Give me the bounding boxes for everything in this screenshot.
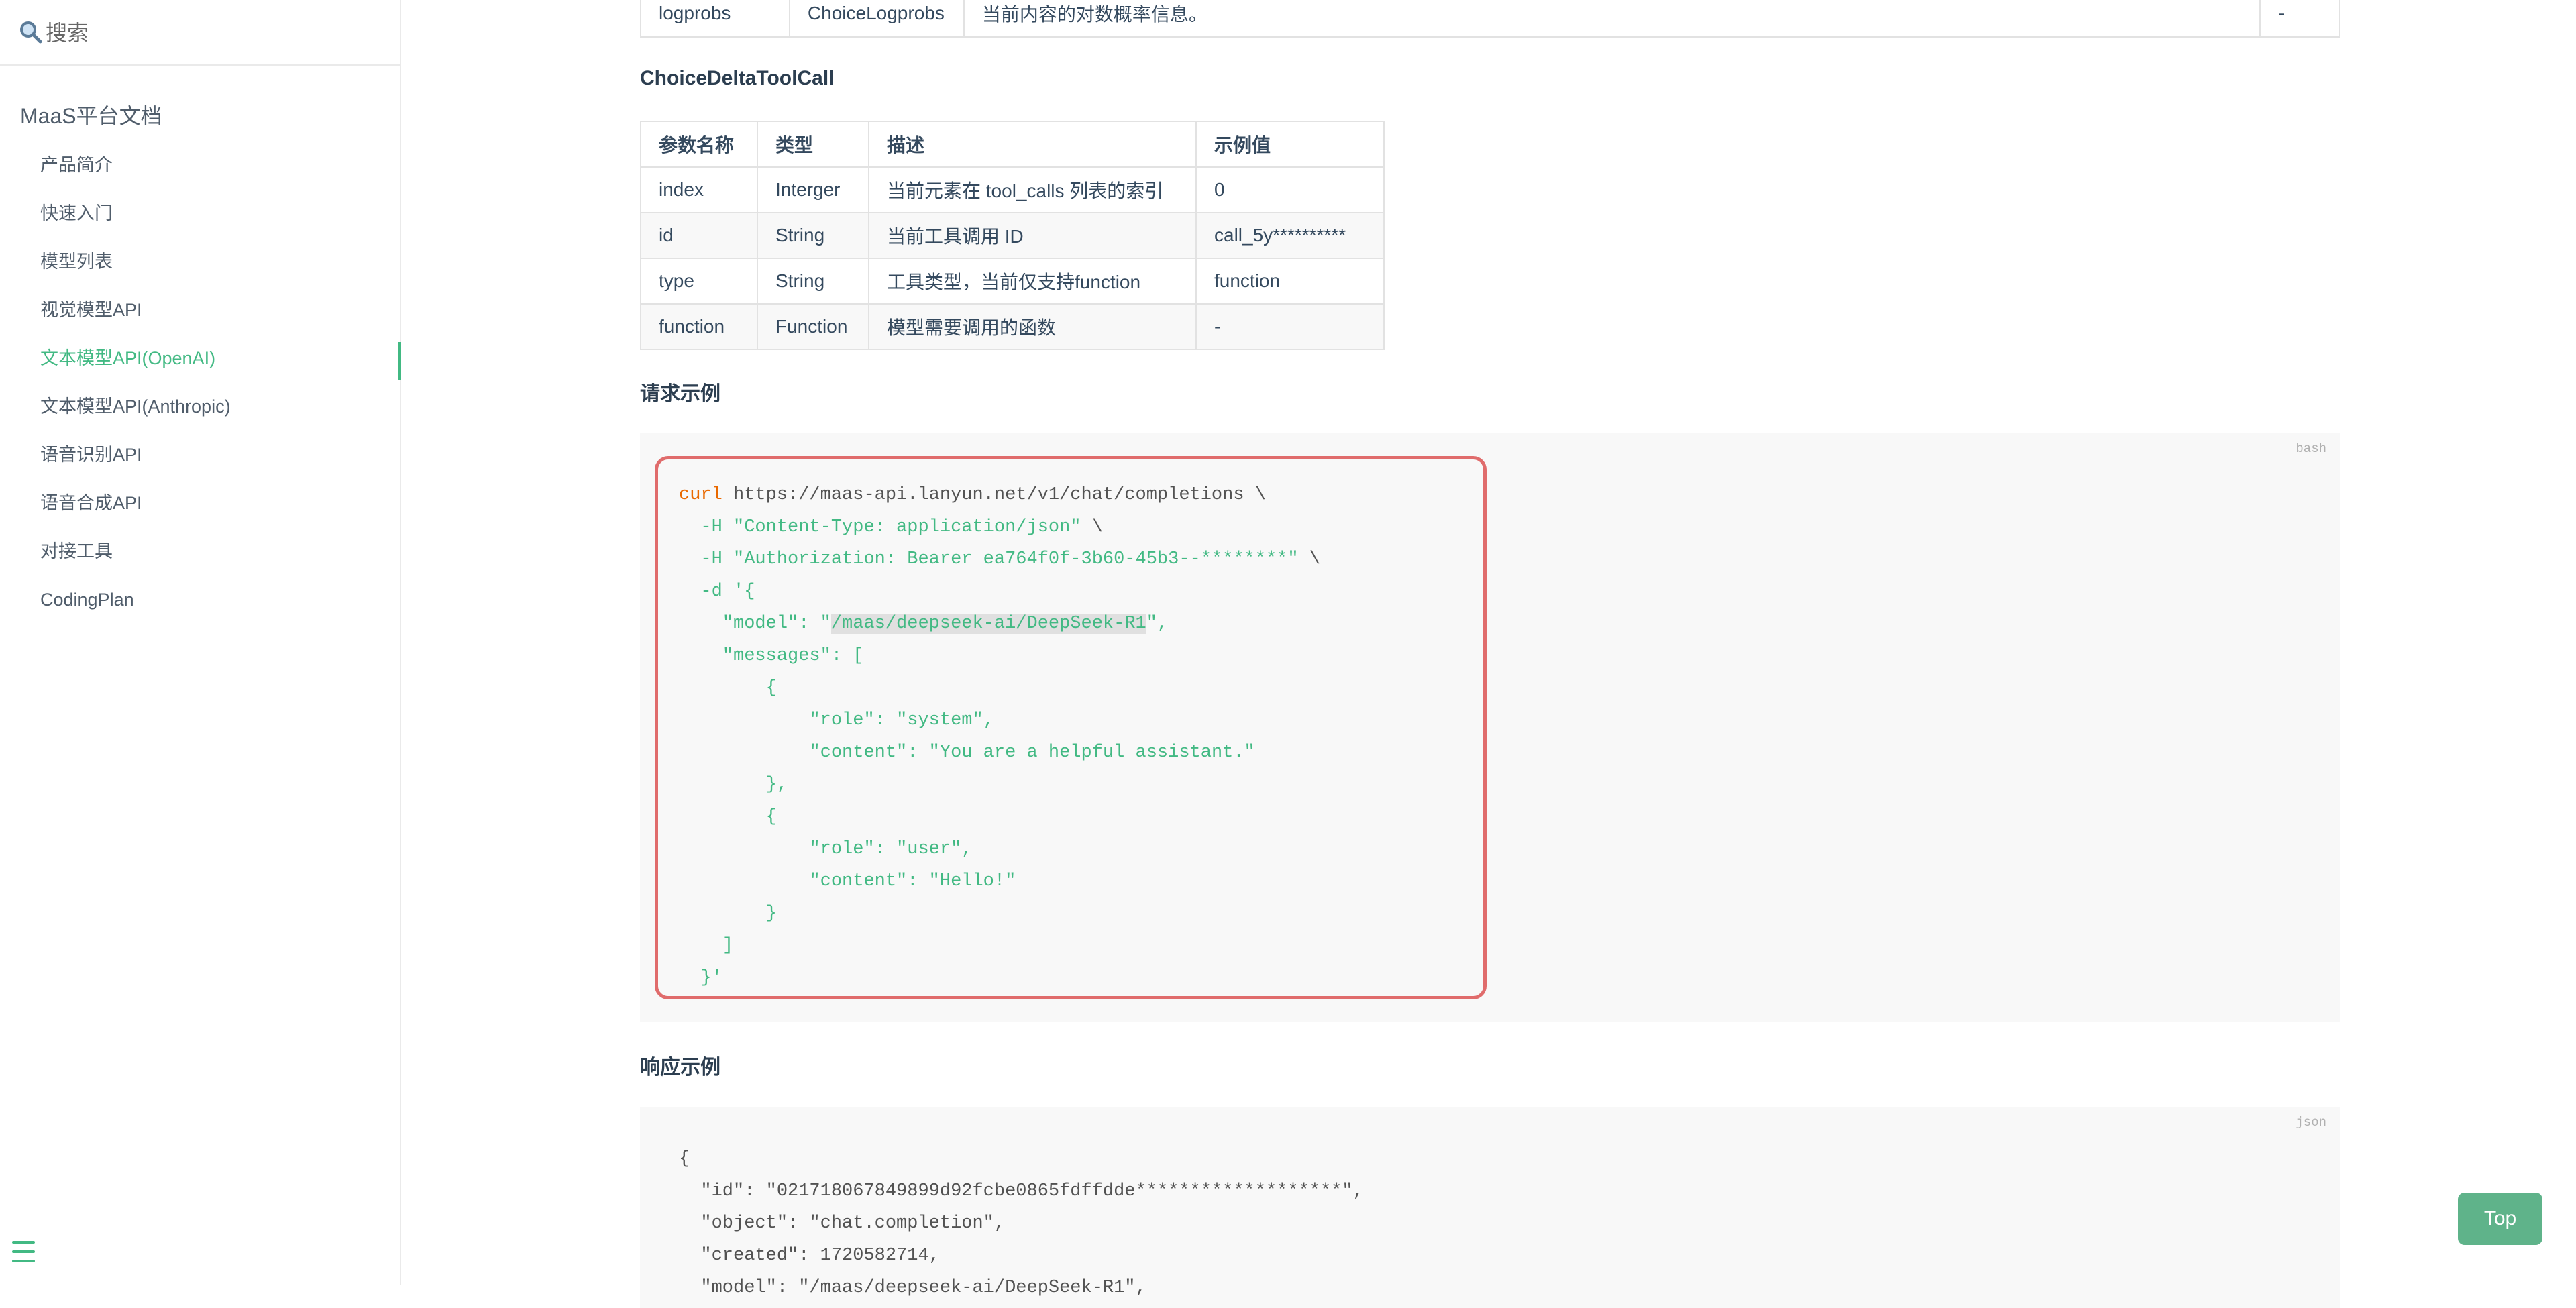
- table-cell: logprobs: [640, 0, 790, 38]
- table-row: id String 当前工具调用 ID call_5y**********: [640, 212, 1385, 259]
- back-to-top-button[interactable]: Top: [2458, 1193, 2542, 1245]
- column-header: 类型: [757, 121, 869, 168]
- table-cell: 0: [1195, 166, 1385, 213]
- sidebar-title: MaaS平台文档: [20, 104, 162, 128]
- table-cell: Interger: [757, 166, 869, 213]
- table-cell: function: [640, 303, 758, 350]
- menu-icon[interactable]: [12, 1241, 36, 1264]
- tool-call-table: 参数名称 类型 描述 示例值 index Interger 当前元素在 tool…: [640, 121, 1385, 350]
- sidebar: MaaS平台文档 产品简介 快速入门 模型列表 视觉模型API 文本模型API(…: [0, 0, 401, 1285]
- request-code[interactable]: curl https://maas-api.lanyun.net/v1/chat…: [679, 479, 1320, 994]
- table-row: function Function 模型需要调用的函数 -: [640, 303, 1385, 350]
- search-icon: [20, 21, 42, 44]
- column-header: 示例值: [1195, 121, 1385, 168]
- sidebar-item-tts-api[interactable]: 语音合成API: [0, 479, 400, 527]
- response-example-heading: 响应示例: [640, 1056, 720, 1079]
- table-cell: -: [2259, 0, 2340, 38]
- params-table-partial: logprobs ChoiceLogprobs 当前内容的对数概率信息。 -: [640, 0, 2340, 38]
- table-header-row: 参数名称 类型 描述 示例值: [640, 121, 1385, 168]
- table-cell: String: [757, 212, 869, 259]
- search-input[interactable]: [44, 16, 382, 50]
- selected-text: /maas/deepseek-ai/DeepSeek-R1: [830, 614, 1146, 634]
- table-cell: 工具类型，当前仅支持function: [868, 258, 1197, 305]
- tool-call-heading: ChoiceDeltaToolCall: [640, 67, 835, 89]
- table-cell: -: [1195, 303, 1385, 350]
- column-header: 描述: [868, 121, 1197, 168]
- table-cell: index: [640, 166, 758, 213]
- main-content: logprobs ChoiceLogprobs 当前内容的对数概率信息。 - C…: [402, 0, 2576, 1308]
- table-cell: 当前工具调用 ID: [868, 212, 1197, 259]
- response-code[interactable]: { "id": "021718067849899d92fcbe0865fdffd…: [679, 1143, 1364, 1304]
- table-cell: 模型需要调用的函数: [868, 303, 1197, 350]
- sidebar-item-codingplan[interactable]: CodingPlan: [0, 576, 400, 624]
- sidebar-item-tools[interactable]: 对接工具: [0, 527, 400, 576]
- response-code-block[interactable]: json { "id": "021718067849899d92fcbe0865…: [640, 1107, 2340, 1308]
- table-cell: id: [640, 212, 758, 259]
- table-cell: function: [1195, 258, 1385, 305]
- table-cell: ChoiceLogprobs: [788, 0, 965, 38]
- table-cell: type: [640, 258, 758, 305]
- sidebar-item-asr-api[interactable]: 语音识别API: [0, 431, 400, 479]
- sidebar-item-vision-api[interactable]: 视觉模型API: [0, 286, 400, 334]
- code-language-label: json: [2296, 1115, 2326, 1130]
- sidebar-item-text-anthropic[interactable]: 文本模型API(Anthropic): [0, 382, 400, 431]
- table-cell: call_5y**********: [1195, 212, 1385, 259]
- search-bar: [0, 0, 400, 66]
- table-row: index Interger 当前元素在 tool_calls 列表的索引 0: [640, 166, 1385, 213]
- sidebar-item-intro[interactable]: 产品简介: [0, 141, 400, 189]
- table-cell: Function: [757, 303, 869, 350]
- table-row: type String 工具类型，当前仅支持function function: [640, 258, 1385, 305]
- table-cell: 当前元素在 tool_calls 列表的索引: [868, 166, 1197, 213]
- sidebar-item-text-openai[interactable]: 文本模型API(OpenAI): [0, 334, 401, 382]
- code-language-label: bash: [2296, 441, 2326, 456]
- sidebar-item-quickstart[interactable]: 快速入门: [0, 189, 400, 237]
- request-code-block[interactable]: bash curl https://maas-api.lanyun.net/v1…: [640, 433, 2340, 1022]
- table-row: logprobs ChoiceLogprobs 当前内容的对数概率信息。 -: [640, 0, 2340, 38]
- table-cell: String: [757, 258, 869, 305]
- sidebar-item-models[interactable]: 模型列表: [0, 237, 400, 286]
- column-header: 参数名称: [640, 121, 758, 168]
- request-example-heading: 请求示例: [640, 383, 720, 405]
- table-cell: 当前内容的对数概率信息。: [963, 0, 2261, 38]
- sidebar-nav: 产品简介 快速入门 模型列表 视觉模型API 文本模型API(OpenAI) 文…: [0, 141, 401, 624]
